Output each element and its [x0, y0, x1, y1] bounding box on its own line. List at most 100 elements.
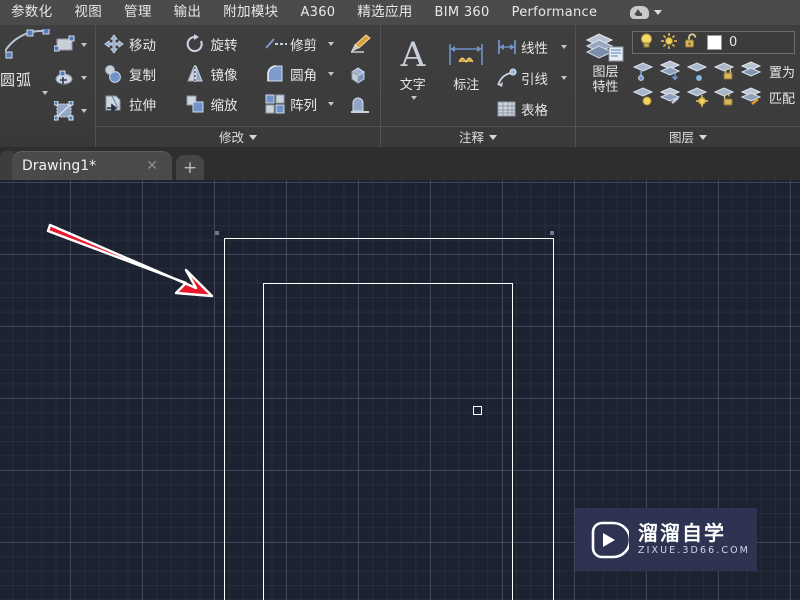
- menu-item-addins[interactable]: 附加模块: [212, 0, 289, 25]
- tab-title: Drawing1*: [22, 157, 97, 174]
- mirror-button[interactable]: 镜像: [182, 59, 262, 89]
- layer-match-icon[interactable]: [740, 85, 764, 110]
- menu-item-bim360[interactable]: BIM 360: [424, 0, 501, 25]
- watermark-cn-text: 溜溜自学: [638, 521, 726, 545]
- menu-item-featured-apps[interactable]: 精选应用: [346, 0, 423, 25]
- scale-region-dropdown-chevron-icon[interactable]: [81, 108, 87, 113]
- paintbrush-icon: [350, 34, 372, 54]
- scale-label: 缩放: [210, 98, 238, 114]
- trim-button[interactable]: 修剪: [262, 29, 347, 59]
- inner-rectangle[interactable]: [263, 283, 513, 600]
- menu-item-a360[interactable]: A360: [289, 0, 346, 25]
- layer-selector[interactable]: 0: [631, 31, 795, 54]
- fillet-label: 圆角: [290, 68, 318, 84]
- stretch-button[interactable]: 拉伸: [101, 89, 182, 119]
- modify-panel-footer[interactable]: 修改: [96, 126, 380, 147]
- scale-region-tool[interactable]: [51, 96, 90, 125]
- fillet-dropdown-chevron-icon[interactable]: [328, 72, 335, 76]
- layer-tools-row-2: 匹配: [632, 84, 795, 110]
- grip-point[interactable]: [215, 231, 219, 235]
- modify-panel-label: 修改: [218, 129, 244, 145]
- layer-color-swatch[interactable]: [706, 35, 722, 50]
- layer-off-icon[interactable]: [632, 85, 656, 110]
- layer-thaw-icon[interactable]: [686, 85, 710, 110]
- layer-set-current-label: 置为: [768, 65, 795, 81]
- layer-properties-button[interactable]: 图层 特性: [581, 29, 630, 126]
- menu-item-manage[interactable]: 管理: [113, 0, 163, 25]
- cloud-menu-button[interactable]: [630, 6, 663, 19]
- watermark-en-text: ZIXUE.3D66.COM: [638, 545, 750, 556]
- table-icon: [496, 99, 516, 119]
- new-tab-button[interactable]: +: [176, 155, 204, 180]
- linear-dimension-button[interactable]: 线性: [493, 31, 570, 62]
- leader-icon: [496, 68, 517, 88]
- mirror-label: 镜像: [210, 68, 238, 84]
- fillet-button[interactable]: 圆角: [262, 59, 347, 89]
- rectangle-icon: [54, 35, 75, 55]
- arc-tool[interactable]: 圆弧: [0, 27, 51, 126]
- layer-unlock-icon[interactable]: [713, 85, 737, 110]
- leader-dropdown-chevron-icon[interactable]: [561, 75, 567, 80]
- rectangle-tool[interactable]: [51, 30, 90, 59]
- hatch-dropdown-chevron-icon[interactable]: [81, 75, 87, 80]
- rotate-label: 旋转: [210, 38, 238, 54]
- layer-unisolate-icon[interactable]: [659, 59, 683, 84]
- cloud-icon: [630, 6, 650, 19]
- layer-freeze-icon[interactable]: [686, 59, 710, 84]
- ribbon-panel-layers: 图层 特性 0 置为 匹配 图层: [575, 25, 800, 147]
- hatch-tool[interactable]: [51, 63, 90, 92]
- scale-icon: [185, 94, 205, 114]
- dimension-tool-button[interactable]: 标注: [440, 39, 494, 126]
- text-dropdown-chevron-icon[interactable]: [410, 96, 417, 100]
- dimension-icon: [449, 44, 484, 65]
- close-icon[interactable]: ✕: [142, 158, 162, 174]
- trim-dropdown-chevron-icon[interactable]: [328, 42, 335, 46]
- layer-properties-icon: [586, 33, 624, 62]
- linear-dimension-dropdown-chevron-icon[interactable]: [561, 44, 567, 49]
- layer-set-current-icon[interactable]: [740, 59, 764, 84]
- trim-label: 修剪: [290, 38, 318, 54]
- play-button-icon: [591, 521, 629, 558]
- rectangle-dropdown-chevron-icon[interactable]: [81, 42, 87, 47]
- annotation-panel-chevron-icon[interactable]: [489, 134, 497, 140]
- scale-button[interactable]: 缩放: [182, 89, 262, 119]
- unlock-icon[interactable]: [684, 33, 700, 52]
- text-tool-button[interactable]: A 文字: [386, 35, 440, 126]
- table-button[interactable]: 表格: [493, 93, 570, 124]
- menu-item-performance[interactable]: Performance: [501, 0, 609, 25]
- hatch-icon: [54, 68, 74, 88]
- extrude-button[interactable]: [347, 89, 375, 119]
- grip-point[interactable]: [550, 231, 554, 235]
- layer-match-label: 匹配: [768, 91, 795, 107]
- 3d-array-button[interactable]: [347, 59, 375, 89]
- menu-item-parametric[interactable]: 参数化: [0, 0, 63, 25]
- arc-icon: [0, 27, 50, 60]
- sun-freeze-icon[interactable]: [660, 33, 677, 52]
- layer-panel-chevron-icon[interactable]: [699, 134, 707, 140]
- svg-text:A: A: [399, 37, 425, 73]
- layer-tools-row-1: 置为: [632, 58, 795, 84]
- layer-isolate-icon[interactable]: [632, 59, 656, 84]
- ribbon-panel-annotation: A 文字 标注 线性 引线 表格 注释: [380, 25, 575, 147]
- match-properties-button[interactable]: [347, 29, 375, 59]
- layer-properties-label-line2: 特性: [592, 80, 619, 95]
- copy-button[interactable]: 复制: [101, 59, 182, 89]
- layer-settings-icon[interactable]: [659, 85, 683, 110]
- menu-item-view[interactable]: 视图: [63, 0, 113, 25]
- array-button[interactable]: 阵列: [262, 89, 347, 119]
- leader-button[interactable]: 引线: [493, 62, 570, 93]
- layer-panel-footer[interactable]: 图层: [576, 126, 800, 147]
- chevron-down-icon: [654, 10, 663, 15]
- array-dropdown-chevron-icon[interactable]: [328, 102, 335, 106]
- tab-drawing1[interactable]: Drawing1* ✕: [12, 151, 172, 180]
- lightbulb-icon[interactable]: [639, 33, 654, 52]
- menu-item-output[interactable]: 输出: [163, 0, 213, 25]
- modify-panel-chevron-icon[interactable]: [249, 134, 257, 140]
- move-button[interactable]: 移动: [101, 29, 182, 59]
- layer-name-label: 0: [728, 35, 738, 50]
- rotate-button[interactable]: 旋转: [182, 29, 262, 59]
- annotation-panel-footer[interactable]: 注释: [381, 126, 575, 147]
- fillet-icon: [265, 64, 285, 84]
- arc-dropdown-chevron-icon[interactable]: [42, 91, 48, 95]
- layer-lock-icon[interactable]: [713, 59, 737, 84]
